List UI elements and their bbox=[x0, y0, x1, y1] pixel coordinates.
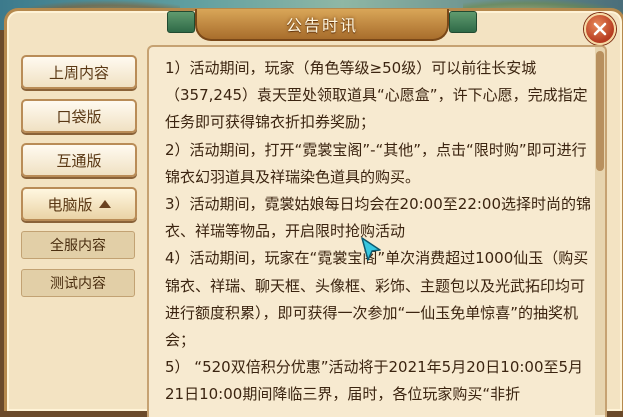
scrollbar[interactable] bbox=[595, 47, 605, 415]
paragraph: 1）活动期间，玩家（角色等级≥50级）可以前往长安城（357,245）袁天罡处领… bbox=[165, 59, 588, 132]
sidebar-item-pocket[interactable]: 口袋版 bbox=[21, 99, 137, 133]
window-title: 公告时讯 bbox=[285, 16, 358, 35]
paragraph: 5） “520双倍积分优惠”活动将于2021年5月20日10:00至5月21日1… bbox=[165, 358, 584, 404]
title-bar: 公告时讯 bbox=[167, 9, 477, 41]
sidebar-item-label: 互通版 bbox=[56, 151, 102, 170]
sidebar: 上周内容 口袋版 互通版 电脑版 全服内容 测试内容 bbox=[21, 55, 143, 307]
flag-icon bbox=[167, 11, 195, 33]
announcement-content[interactable]: 1）活动期间，玩家（角色等级≥50级）可以前往长安城（357,245）袁天罡处领… bbox=[147, 45, 607, 417]
sidebar-subitem-label: 全服内容 bbox=[50, 238, 106, 254]
sidebar-item-last-week[interactable]: 上周内容 bbox=[21, 55, 137, 89]
scrollbar-thumb[interactable] bbox=[596, 51, 604, 171]
sidebar-item-label: 口袋版 bbox=[56, 107, 102, 126]
paragraph: 2）活动期间，打开“霓裳宝阁”-“其他”，点击“限时购”即可进行锦衣幻羽道具及祥… bbox=[165, 140, 587, 186]
sidebar-item-pc[interactable]: 电脑版 bbox=[21, 187, 137, 221]
sidebar-item-interop[interactable]: 互通版 bbox=[21, 143, 137, 177]
announcement-body: 1）活动期间，玩家（角色等级≥50级）可以前往长安城（357,245）袁天罡处领… bbox=[149, 47, 605, 409]
announcement-window: 公告时讯 上周内容 口袋版 互通版 电脑版 全服内容 测试内容 1）活动期间，玩… bbox=[4, 8, 623, 417]
sidebar-item-label: 电脑版 bbox=[47, 195, 93, 214]
sidebar-item-label: 上周内容 bbox=[48, 63, 109, 82]
flag-icon bbox=[449, 11, 477, 33]
close-button[interactable] bbox=[584, 13, 616, 45]
caret-up-icon bbox=[98, 200, 111, 208]
sidebar-subitem-label: 测试内容 bbox=[50, 276, 106, 292]
sidebar-subitem-test[interactable]: 测试内容 bbox=[21, 269, 135, 297]
close-icon bbox=[593, 22, 607, 36]
sidebar-subitem-all-servers[interactable]: 全服内容 bbox=[21, 231, 135, 259]
mouse-cursor-icon bbox=[361, 237, 381, 261]
